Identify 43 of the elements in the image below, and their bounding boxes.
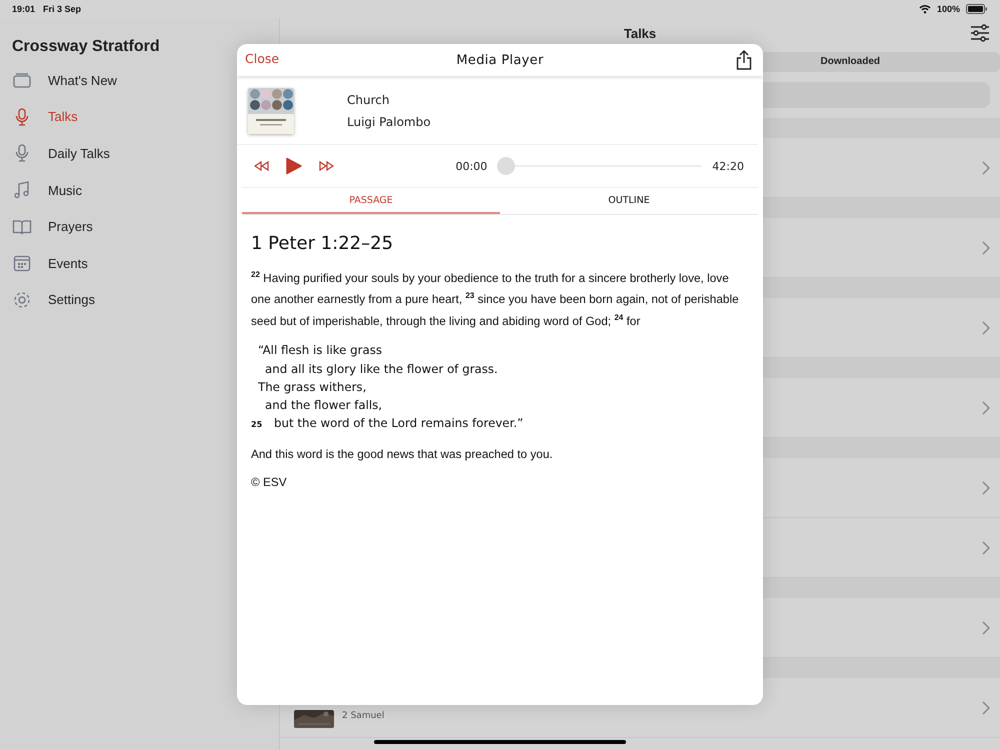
battery-icon <box>966 4 988 14</box>
duration-time: 42:20 <box>712 160 744 172</box>
close-button[interactable]: Close <box>245 51 280 66</box>
elapsed-time: 00:00 <box>456 160 488 172</box>
passage-heading: 1 Peter 1:22–25 <box>251 233 394 254</box>
app-title: Crossway Stratford <box>12 38 161 56</box>
status-date: Fri 3 Sep <box>43 4 82 14</box>
speaker-name: Luigi Palombo <box>347 115 431 129</box>
wifi-icon <box>918 4 931 14</box>
filter-sliders-icon[interactable] <box>970 24 990 42</box>
chevron-right-icon <box>982 480 990 494</box>
chevron-right-icon <box>982 400 990 414</box>
verse-number: 25 <box>251 419 264 432</box>
track-title: Church <box>347 93 390 107</box>
status-time: 19:01 <box>12 4 36 14</box>
passage-paragraph: And this word is the good news that was preached to you. <box>251 446 554 463</box>
chevron-right-icon <box>982 540 990 554</box>
play-icon[interactable] <box>286 157 302 175</box>
poetry-line: and all its glory like the flower of grass. <box>264 360 498 378</box>
sheet-title: Media Player <box>456 52 544 68</box>
poetry-line: and the flower falls, <box>264 397 382 414</box>
tab[interactable]: OUTLINE <box>500 188 758 214</box>
chevron-right-icon <box>982 700 990 714</box>
page-title: Talks <box>624 26 656 40</box>
fast-forward-icon[interactable] <box>318 161 334 171</box>
gear-icon <box>12 290 32 310</box>
battery-percent: 100% <box>936 4 960 14</box>
talk-subtitle: 2 Samuel <box>342 710 386 720</box>
copyright-notice: © ESV <box>251 474 288 492</box>
passage-paragraph: $^{22}$ Having purified your souls by your obedience to the truth for a sincere brotherly love, love one another earnestly from a pure heart, $^{23}$ since you have been born again, not of perishable seed but of imperishable, through the living and abiding word of God; $^{24}$ for <box>251 269 740 330</box>
chevron-right-icon <box>982 240 990 254</box>
poetry-line: “All flesh is like grass <box>257 342 382 360</box>
share-icon[interactable] <box>736 50 752 70</box>
chevron-right-icon <box>982 160 990 174</box>
chevron-right-icon <box>982 620 990 634</box>
slider-thumb[interactable] <box>497 157 516 175</box>
poetry-line: but the word of the Lord remains forever.” <box>273 415 524 432</box>
segment-tab[interactable]: Downloaded <box>820 52 880 72</box>
chevron-right-icon <box>982 320 990 334</box>
rewind-icon[interactable] <box>254 161 270 171</box>
tab[interactable]: PASSAGE <box>242 188 500 214</box>
calendar-icon <box>12 253 32 274</box>
poetry-line: The grass withers, <box>257 378 366 396</box>
